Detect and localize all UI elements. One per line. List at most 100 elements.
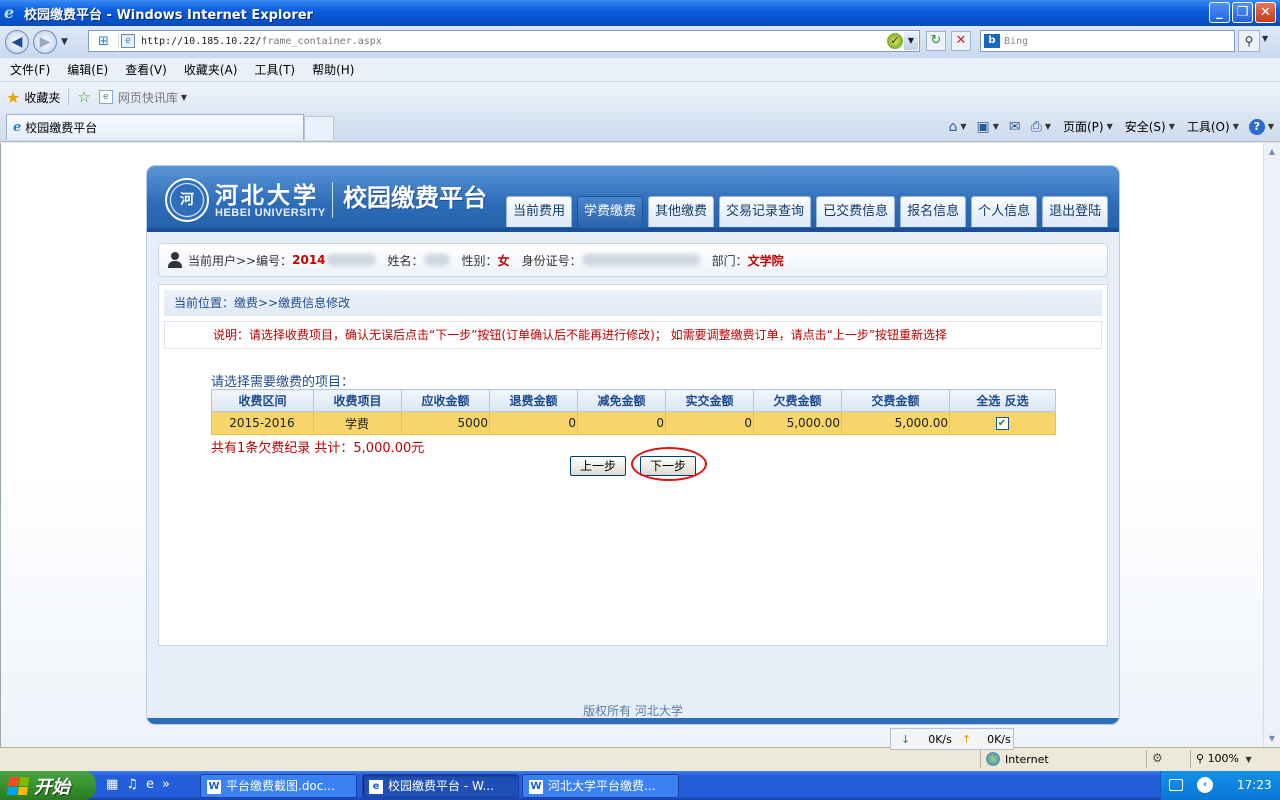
word-icon: W bbox=[529, 779, 543, 794]
user-id-label: 当前用户>>编号： bbox=[188, 253, 293, 268]
row-select-checkbox[interactable]: ✔ bbox=[995, 417, 1009, 430]
media-player-icon[interactable]: ♫ bbox=[126, 777, 138, 792]
add-button-icon[interactable]: ⊞ bbox=[89, 33, 119, 49]
favorites-button[interactable]: 收藏夹 bbox=[24, 89, 60, 106]
home-icon[interactable]: ⌂ bbox=[948, 119, 957, 135]
col-select-all-invert[interactable]: 全选 反选 bbox=[949, 389, 1056, 412]
platform-title: 校园缴费平台 bbox=[343, 184, 487, 212]
start-button[interactable]: 开始 bbox=[0, 771, 96, 800]
nav-transaction-query[interactable]: 交易记录查询 bbox=[719, 196, 812, 227]
zoom-control[interactable]: ⚲ 100% ▼ bbox=[1196, 752, 1252, 765]
page-menu[interactable]: 页面(P) bbox=[1063, 118, 1104, 135]
menu-tools[interactable]: 工具(T) bbox=[254, 61, 295, 78]
search-options-icon[interactable]: ▼ bbox=[1262, 34, 1268, 43]
university-name-cn: 河北大学 bbox=[215, 182, 319, 209]
read-mail-icon[interactable]: ✉ bbox=[1009, 119, 1021, 135]
forward-button[interactable]: ▶ bbox=[33, 30, 57, 54]
fees-table: 收费区间 收费项目 应收金额 退费金额 减免金额 实交金额 欠费金额 交费金额 … bbox=[211, 389, 1056, 435]
refresh-button[interactable]: ↻ bbox=[926, 31, 946, 51]
scroll-down-icon[interactable]: ▼ bbox=[1264, 730, 1280, 747]
keyboard-icon[interactable] bbox=[1169, 779, 1183, 791]
nav-other-payment[interactable]: 其他缴费 bbox=[648, 196, 715, 227]
zoom-icon: ⚲ bbox=[1196, 752, 1205, 765]
previous-step-button[interactable]: 上一步 bbox=[570, 456, 626, 476]
nav-registration-info[interactable]: 报名信息 bbox=[900, 196, 967, 227]
chevron-down-icon[interactable]: ▼ bbox=[960, 122, 966, 131]
upload-speed: 0K/s bbox=[987, 732, 1011, 746]
tools-menu[interactable]: 工具(O) bbox=[1187, 118, 1230, 135]
divider bbox=[332, 182, 333, 218]
tab-active[interactable]: e 校园缴费平台 bbox=[6, 114, 304, 140]
select-prompt: 请选择需要缴费的项目： bbox=[211, 375, 355, 390]
minimize-button[interactable]: _ bbox=[1209, 2, 1230, 23]
tab-title: 校园缴费平台 bbox=[25, 121, 98, 135]
chevron-down-icon[interactable]: ▼ bbox=[1233, 122, 1239, 131]
add-to-favorites-bar-icon[interactable]: ☆ bbox=[77, 88, 90, 106]
nav-logout[interactable]: 退出登陆 bbox=[1042, 196, 1109, 227]
compatibility-view-icon[interactable]: ✓ bbox=[887, 33, 903, 49]
download-arrow-icon: ↓ bbox=[901, 732, 911, 746]
menu-help[interactable]: 帮助(H) bbox=[312, 61, 354, 78]
back-button[interactable]: ◀ bbox=[5, 30, 29, 54]
search-button[interactable]: ⚲ bbox=[1238, 30, 1260, 52]
nav-paid-info[interactable]: 已交费信息 bbox=[816, 196, 896, 227]
chevron-down-icon[interactable]: ▼ bbox=[1268, 122, 1274, 131]
user-gender-label: 性别： bbox=[461, 253, 498, 268]
nav-personal-info[interactable]: 个人信息 bbox=[971, 196, 1038, 227]
recent-pages-dropdown-icon[interactable]: ▼ bbox=[61, 37, 68, 47]
taskbar-item-ie[interactable]: e 校园缴费平台 - W... bbox=[362, 774, 519, 798]
tray-expand-icon[interactable]: ‹ bbox=[1197, 777, 1213, 793]
chevron-down-icon[interactable]: ▼ bbox=[1169, 122, 1175, 131]
nav-tuition-payment[interactable]: 学费缴费 bbox=[577, 196, 644, 227]
chevron-down-icon[interactable]: ▼ bbox=[1045, 122, 1051, 131]
chevron-down-icon[interactable]: ▼ bbox=[1246, 755, 1252, 764]
chevron-down-icon[interactable]: ▼ bbox=[1107, 122, 1113, 131]
close-button[interactable]: ✕ bbox=[1255, 2, 1276, 23]
menu-favorites[interactable]: 收藏夹(A) bbox=[184, 61, 238, 78]
security-zone[interactable]: Internet bbox=[986, 752, 1049, 766]
help-icon[interactable]: ? bbox=[1248, 118, 1265, 135]
quick-launch-more-icon[interactable]: » bbox=[162, 777, 170, 792]
webslice-gallery-link[interactable]: 网页快讯库 bbox=[118, 89, 178, 106]
col-refund: 退费金额 bbox=[489, 389, 578, 412]
maximize-button[interactable]: ❐ bbox=[1232, 2, 1253, 23]
show-desktop-icon[interactable]: ▦ bbox=[106, 777, 118, 792]
menu-bar: 文件(F) 编辑(E) 查看(V) 收藏夹(A) 工具(T) 帮助(H) bbox=[0, 58, 1280, 82]
protected-mode-icon[interactable]: ⚙ bbox=[1152, 751, 1163, 765]
taskbar-item-word-doc[interactable]: W 平台缴费截图.doc... bbox=[200, 774, 357, 798]
nav-current-fees[interactable]: 当前费用 bbox=[506, 196, 573, 227]
cell-receivable: 5000 bbox=[401, 411, 490, 435]
safety-menu[interactable]: 安全(S) bbox=[1125, 118, 1166, 135]
menu-view[interactable]: 查看(V) bbox=[125, 61, 167, 78]
menu-file[interactable]: 文件(F) bbox=[10, 61, 50, 78]
print-icon[interactable]: ⎙ bbox=[1031, 119, 1042, 135]
col-paid: 实交金额 bbox=[665, 389, 754, 412]
command-bar: ⌂ ▼ ▣ ▼ ✉ ⎙ ▼ 页面(P) ▼ 安全(S) ▼ 工具(O) ▼ ? ▼ bbox=[938, 118, 1274, 135]
divider bbox=[68, 88, 70, 106]
cell-period: 2015-2016 bbox=[211, 411, 314, 435]
table-header-row: 收费区间 收费项目 应收金额 退费金额 减免金额 实交金额 欠费金额 交费金额 … bbox=[211, 389, 1056, 412]
chevron-down-icon[interactable]: ▼ bbox=[993, 122, 999, 131]
university-name-en: HEBEI UNIVERSITY bbox=[215, 207, 326, 219]
ie-page-icon: e bbox=[13, 120, 22, 135]
scroll-up-icon[interactable]: ▲ bbox=[1264, 143, 1280, 160]
menu-edit[interactable]: 编辑(E) bbox=[67, 61, 108, 78]
ie-launch-icon[interactable]: e bbox=[146, 777, 154, 792]
breadcrumb: 当前位置：缴费>>缴费信息修改 bbox=[164, 290, 1102, 316]
chevron-down-icon[interactable]: ▼ bbox=[181, 93, 187, 102]
stop-button[interactable]: ✕ bbox=[951, 31, 971, 51]
bing-icon: b bbox=[984, 34, 1000, 48]
col-waived: 减免金额 bbox=[577, 389, 666, 412]
instruction-notice: 说明：请选择收费项目，确认无误后点击“下一步”按钮(订单确认后不能再进行修改)；… bbox=[164, 321, 1102, 349]
cell-waived: 0 bbox=[577, 411, 666, 435]
user-icon bbox=[167, 252, 183, 268]
rss-feeds-icon[interactable]: ▣ bbox=[976, 119, 989, 135]
favorites-star-icon[interactable]: ★ bbox=[6, 88, 20, 107]
taskbar-item-word-doc-2[interactable]: W 河北大学平台缴费... bbox=[522, 774, 679, 798]
address-input[interactable]: ⊞ e http://10.185.10.22/frame_container.… bbox=[88, 30, 920, 52]
address-dropdown-icon[interactable]: ▼ bbox=[904, 32, 918, 50]
new-tab-button[interactable] bbox=[304, 116, 334, 140]
window-titlebar: e 校园缴费平台 - Windows Internet Explorer _ ❐… bbox=[0, 0, 1280, 26]
search-input[interactable]: b Bing bbox=[980, 30, 1235, 52]
vertical-scrollbar[interactable]: ▲ ▼ bbox=[1263, 143, 1280, 747]
